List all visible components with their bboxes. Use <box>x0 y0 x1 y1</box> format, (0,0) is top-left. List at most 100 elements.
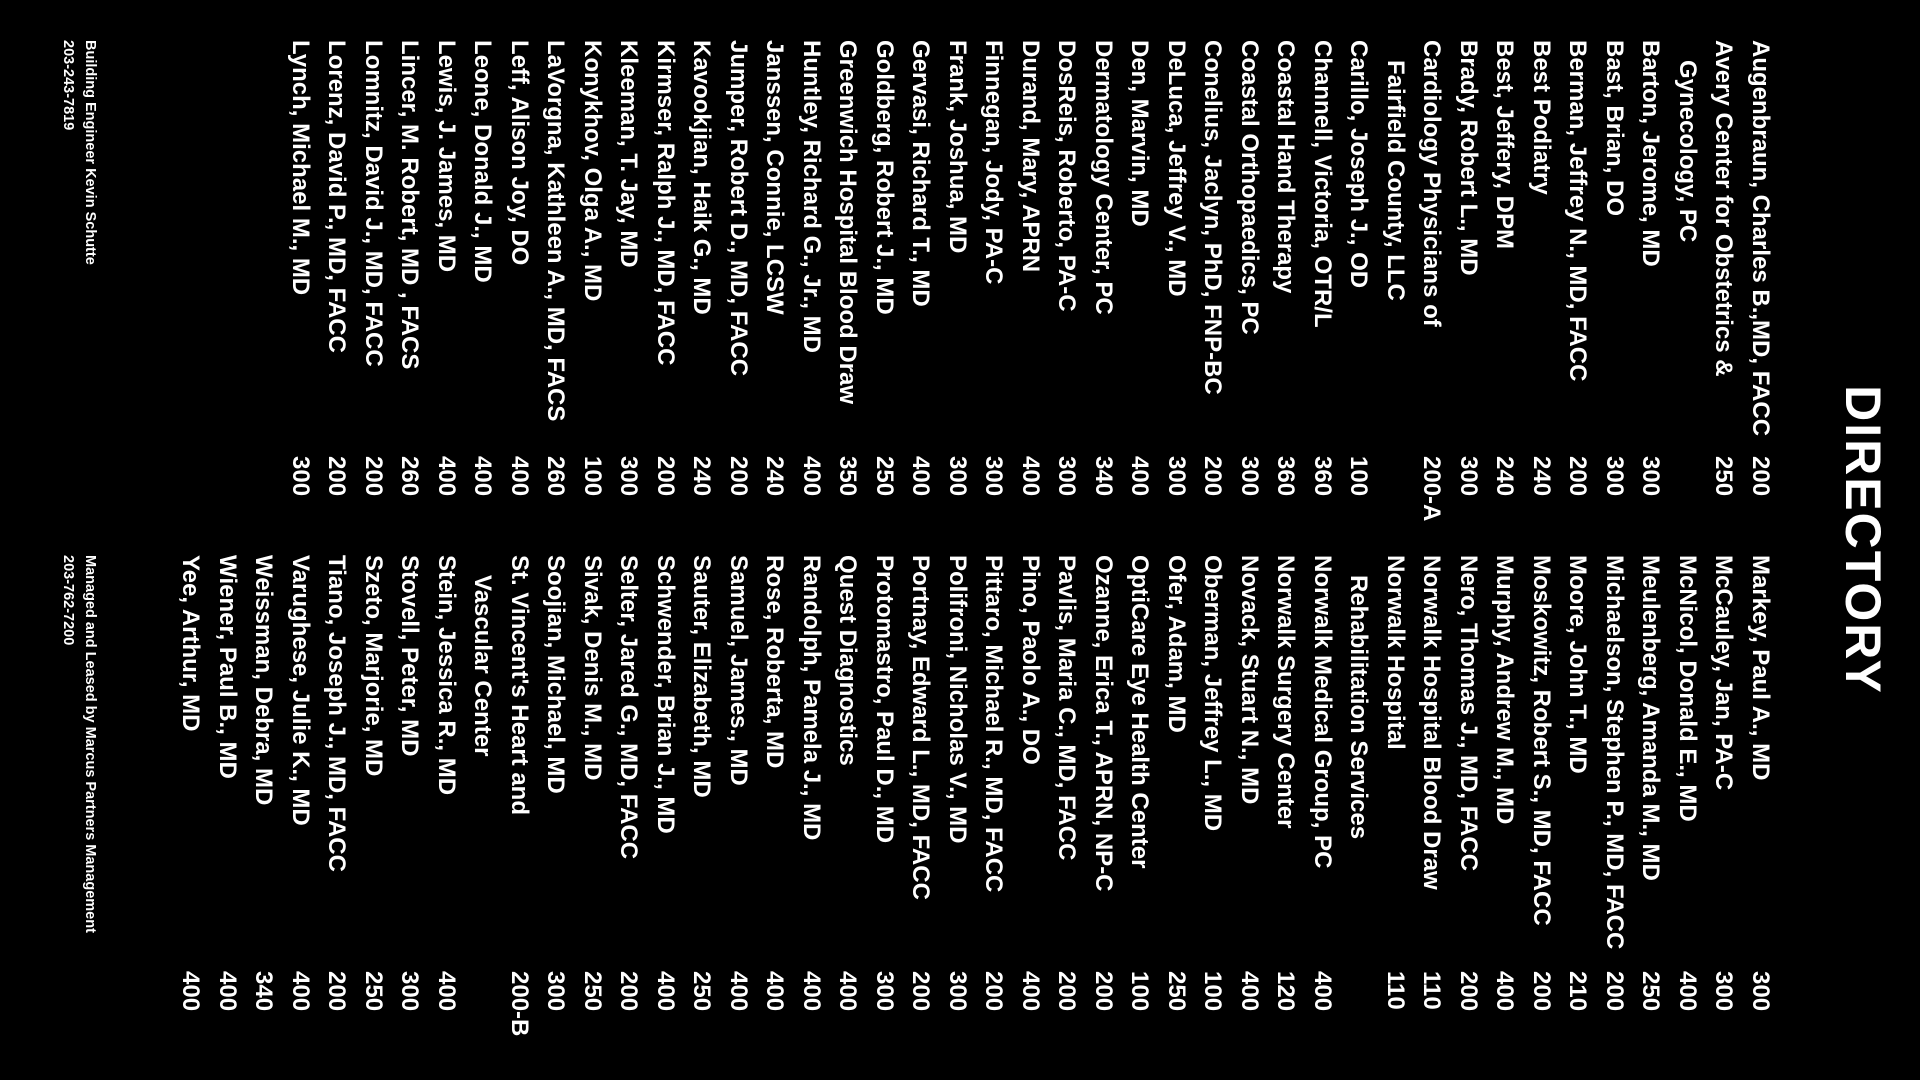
entry-suite: 400 <box>834 971 862 1012</box>
entry-name: Brady, Robert L., MD <box>1455 40 1482 276</box>
entry-suite: 400 <box>1309 971 1336 1012</box>
entry-name: Huntley, Richard G., Jr., MD <box>798 40 825 353</box>
entry-suite: 300 <box>871 971 898 1012</box>
entry-suite: 200 <box>1090 971 1117 1012</box>
entry-name: Kleeman, T. Jay, MD <box>615 40 643 268</box>
directory-entry: DeLuca, Jeffrey V., MD 300 <box>1158 40 1195 560</box>
directory-entry: Jumper, Robert D., MD, FACC 200 <box>720 40 757 560</box>
directory-entry: Portnay, Edward L., MD, FACC 200 <box>902 555 939 1055</box>
entry-suite: 400 <box>1017 456 1044 497</box>
building-engineer-phone: 203-243-7819 <box>60 40 76 131</box>
entry-suite: 250 <box>1710 456 1738 497</box>
entry-suite: 400 <box>177 971 205 1012</box>
directory-entry: Meulenberg, Amanda M., MD 250 <box>1632 555 1669 1055</box>
entry-suite: 100 <box>579 456 606 497</box>
entry-suite: 250 <box>579 971 606 1012</box>
entry-name: Lewis, J. James, MD <box>433 40 460 273</box>
directory-entry: Ozanne, Erica T., APRN, NP-C 200 <box>1085 555 1122 1055</box>
directory-entry: Leone, Donald J., MD 400 <box>464 40 501 560</box>
entry-suite: 400 <box>798 456 825 497</box>
directory-entry: Schwender, Brian J., MD 400 <box>647 555 684 1055</box>
entry-suite: 300 <box>615 456 643 497</box>
entry-suite: 200 <box>1528 971 1555 1012</box>
directory-entry: Moore, John T., MD 210 <box>1559 555 1596 1055</box>
entry-name: Jumper, Robert D., MD, FACC <box>725 40 752 377</box>
entry-name: Vascular Center <box>469 555 497 757</box>
directory-entry: Varughese, Julie K., MD 400 <box>282 555 319 1055</box>
entry-name: Pittaro, Michael R., MD, FACC <box>980 555 1008 893</box>
entry-suite: 300 <box>287 456 314 497</box>
entry-name: Markey, Paul A., MD <box>1747 555 1774 781</box>
directory-entry: Lincer, M. Robert, MD , FACS 260 <box>391 40 428 560</box>
directory-entry: Carillo, Joseph J., OD 100 <box>1340 40 1377 560</box>
entry-name: Moore, John T., MD <box>1564 555 1592 774</box>
directory-entry: Soojian, Michael, MD 300 <box>537 555 574 1055</box>
directory-entry: Murphy, Andrew M., MD 400 <box>1486 555 1523 1055</box>
directory-entry: Norwalk Medical Group, PC 400 <box>1304 555 1341 1055</box>
entry-suite: 200 <box>360 456 387 497</box>
entry-suite: 200-B <box>506 971 533 1037</box>
entry-suite: 300 <box>1455 456 1482 497</box>
entry-name: Moskowitz, Robert S., MD, FACC <box>1528 555 1555 926</box>
entry-suite: 400 <box>506 456 533 497</box>
directory-entry: Moskowitz, Robert S., MD, FACC 200 <box>1523 555 1560 1055</box>
entry-name: Murphy, Andrew M., MD <box>1491 555 1519 825</box>
directory-entry: Goldberg, Robert J., MD 250 <box>866 40 903 560</box>
entry-suite: 400 <box>798 971 825 1012</box>
entry-suite: 200 <box>323 456 351 497</box>
entry-suite: 400 <box>287 971 314 1012</box>
entry-name: Carillo, Joseph J., OD <box>1345 40 1373 289</box>
entry-suite: 400 <box>652 971 679 1012</box>
directory-entry: DosReis, Roberto, PA-C 300 <box>1048 40 1085 560</box>
directory-entry: Greenwich Hospital Blood Draw 350 <box>829 40 866 560</box>
entry-name: Bast, Brian, DO <box>1601 40 1628 217</box>
directory-entry: Janssen, Connie, LCSW 240 <box>756 40 793 560</box>
entry-suite: 200 <box>725 456 752 497</box>
entry-name: Sivak, Denis M., MD <box>579 555 606 781</box>
entry-suite: 400 <box>1674 971 1701 1012</box>
directory-entry: Frank, Joshua, MD 300 <box>939 40 976 560</box>
directory-entry: Cardiology Physicians of 200-A <box>1413 40 1450 560</box>
directory-entry: Channell, Victoria, OTR/L 360 <box>1304 40 1341 560</box>
entry-name: Goldberg, Robert J., MD <box>871 40 898 315</box>
entry-name: Best Podiatry <box>1528 40 1555 195</box>
directory-entry: Avery Center for Obstetrics & 250 <box>1705 40 1742 560</box>
entry-suite: 300 <box>980 456 1008 497</box>
entry-name: Schwender, Brian J., MD <box>652 555 679 834</box>
entry-name: Finnegan, Jody, PA-C <box>980 40 1008 285</box>
entry-name: Avery Center for Obstetrics & <box>1710 40 1738 377</box>
building-engineer-contact: Building Engineer Kevin Schutte 203-243-… <box>57 40 101 265</box>
entry-name: Lorenz, David P., MD, FACC <box>323 40 351 353</box>
entry-name: Ozanne, Erica T., APRN, NP-C <box>1090 555 1117 892</box>
entry-suite: 300 <box>1747 971 1774 1012</box>
entry-name: Channell, Victoria, OTR/L <box>1309 40 1336 328</box>
entry-suite: 400 <box>1126 456 1154 497</box>
entry-suite: 200 <box>1053 971 1081 1012</box>
directory-entry: Conelius, Jaclyn, PhD, FNP-BC 200 <box>1194 40 1231 560</box>
entry-name: Sauter, Elizabeth, MD <box>688 555 716 798</box>
entry-name: Wiener, Paul B., MD <box>214 555 241 779</box>
entry-suite: 360 <box>1309 456 1336 497</box>
entry-suite: 400 <box>761 971 789 1012</box>
entry-name: Ofer, Adam, MD <box>1163 555 1190 733</box>
entry-suite: 200 <box>1455 971 1482 1012</box>
entry-name: Lomnitz, David J., MD, FACC <box>360 40 387 367</box>
entry-suite: 200 <box>323 971 351 1012</box>
entry-suite: 200 <box>1564 456 1592 497</box>
directory-column-left: Augenbraun, Charles B.,MD, FACC 200 Avery … <box>282 40 1779 560</box>
entry-name: Durand, Mary, APRN <box>1017 40 1044 273</box>
entry-suite: 260 <box>542 456 570 497</box>
entry-suite: 250 <box>1637 971 1665 1012</box>
directory-entry: Stovell, Peter, MD 300 <box>391 555 428 1055</box>
directory-entry: Bast, Brian, DO 300 <box>1596 40 1633 560</box>
directory-entry: Szeto, Marjorie, MD 250 <box>355 555 392 1055</box>
entry-name: McNicol, Donald E., MD <box>1674 555 1701 822</box>
entry-name: Gervasi, Richard T., MD <box>907 40 935 307</box>
entry-suite: 250 <box>360 971 387 1012</box>
directory-entry: Gervasi, Richard T., MD 400 <box>902 40 939 560</box>
entry-suite: 300 <box>1163 456 1190 497</box>
entry-name: Leone, Donald J., MD <box>469 40 497 283</box>
directory-entry: Weissman, Debra, MD 340 <box>245 555 282 1055</box>
entry-suite: 240 <box>1528 456 1555 497</box>
directory-entry: Lynch, Michael M., MD 300 <box>282 40 319 560</box>
